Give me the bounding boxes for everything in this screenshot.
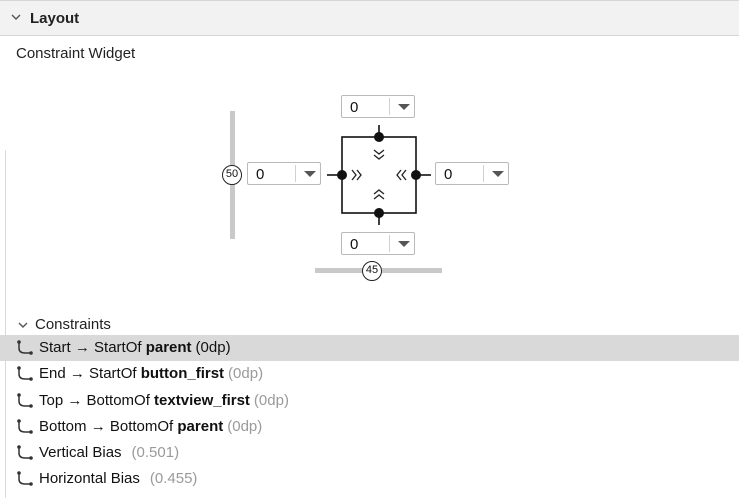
chevron-down-icon[interactable]: [17, 319, 29, 331]
constraint-text: Start → StartOf parent (0dp): [39, 339, 231, 356]
constraint-side: Horizontal Bias: [39, 470, 140, 487]
constraint-text: End → StartOf button_first (0dp): [39, 365, 263, 382]
constraint-link-icon: [16, 392, 34, 415]
bottom-margin-dropdown[interactable]: 0: [341, 232, 415, 255]
constraint-relation: → BottomOf: [86, 418, 178, 435]
constraint-side: Vertical Bias: [39, 444, 122, 461]
constraint-target: textview_first: [154, 392, 250, 409]
left-margin-value: 0: [256, 166, 265, 183]
constraint-target: parent: [145, 339, 192, 356]
constraint-row[interactable]: Bottom → BottomOf parent (0dp): [0, 414, 739, 440]
constraint-target: parent: [177, 418, 224, 435]
constraint-side: Bottom: [39, 418, 87, 435]
right-margin-dropdown[interactable]: 0: [435, 162, 509, 185]
constraint-side: Start: [39, 339, 71, 356]
constraints-heading: Constraints: [35, 316, 111, 333]
constraint-link-icon: [16, 365, 34, 388]
view-constraint-box: [327, 125, 431, 225]
top-margin-dropdown[interactable]: 0: [341, 95, 415, 118]
constraint-link-icon: [16, 418, 34, 441]
top-anchor-dot: [374, 132, 384, 142]
horizontal-bias-knob[interactable]: 45: [362, 261, 382, 281]
constraint-value: (0.455): [149, 470, 198, 487]
constraint-value: (0dp): [228, 365, 264, 382]
dropdown-arrow-icon[interactable]: [398, 241, 410, 247]
constraint-target: button_first: [140, 365, 225, 382]
constraint-widget: 0 0 0 0 50 45: [0, 0, 739, 300]
constraint-text: Vertical Bias (0.501): [39, 444, 179, 461]
constraint-text: Bottom → BottomOf parent (0dp): [39, 418, 262, 435]
dropdown-arrow-icon[interactable]: [398, 104, 410, 110]
constraint-side: End: [39, 365, 66, 382]
right-anchor-dot: [411, 170, 421, 180]
constraint-link-icon: [16, 444, 34, 467]
left-anchor-dot: [337, 170, 347, 180]
constraints-section-header[interactable]: Constraints: [0, 313, 739, 335]
bottom-margin-value: 0: [350, 236, 359, 253]
constraint-text: Horizontal Bias (0.455): [39, 470, 197, 487]
constraint-relation: → StartOf: [65, 365, 141, 382]
left-margin-dropdown[interactable]: 0: [247, 162, 321, 185]
constraint-value: (0.501): [131, 444, 180, 461]
constraint-text: Top → BottomOf textview_first (0dp): [39, 392, 289, 409]
constraint-relation: → StartOf: [70, 339, 146, 356]
constraint-row[interactable]: Start → StartOf parent (0dp): [0, 335, 739, 361]
constraint-row[interactable]: Horizontal Bias (0.455): [0, 466, 739, 492]
top-margin-value: 0: [350, 99, 359, 116]
bottom-anchor-dot: [374, 208, 384, 218]
constraint-row[interactable]: End → StartOf button_first (0dp): [0, 361, 739, 387]
right-margin-value: 0: [444, 166, 453, 183]
constraint-link-icon: [16, 470, 34, 493]
dropdown-arrow-icon[interactable]: [492, 171, 504, 177]
constraint-value: (0dp): [227, 418, 263, 435]
constraint-relation: → BottomOf: [63, 392, 155, 409]
vertical-bias-knob[interactable]: 50: [222, 165, 242, 185]
constraint-link-icon: [16, 339, 34, 362]
constraint-row[interactable]: Top → BottomOf textview_first (0dp): [0, 388, 739, 414]
constraint-value: (0dp): [253, 392, 289, 409]
constraint-side: Top: [39, 392, 64, 409]
dropdown-arrow-icon[interactable]: [304, 171, 316, 177]
constraint-row[interactable]: Vertical Bias (0.501): [0, 440, 739, 466]
constraint-value: (0dp): [195, 339, 231, 356]
